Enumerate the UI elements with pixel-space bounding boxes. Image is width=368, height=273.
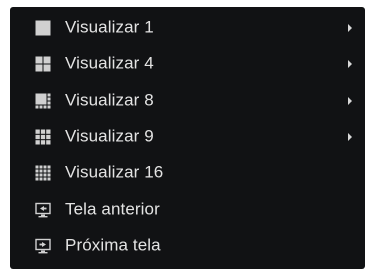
menu-item-visualizar-9[interactable]: Visualizar 9: [10, 119, 365, 155]
quad-view-icon: [35, 56, 51, 72]
menu-item-label: Próxima tela: [65, 235, 161, 255]
nine-view-icon: [35, 129, 51, 145]
next-screen-icon: [35, 238, 51, 254]
menu-item-label: Tela anterior: [65, 199, 160, 219]
menu-item-proxima-tela[interactable]: Próxima tela: [10, 228, 365, 264]
sixteen-view-icon: [35, 165, 51, 181]
menu-item-visualizar-8[interactable]: Visualizar 8: [10, 83, 365, 119]
menu-item-tela-anterior[interactable]: Tela anterior: [10, 191, 365, 227]
eight-view-icon: [35, 93, 51, 109]
submenu-arrow-icon: [348, 24, 352, 33]
menu-item-visualizar-16[interactable]: Visualizar 16: [10, 155, 365, 191]
menu-item-label: Visualizar 1: [65, 17, 154, 37]
menu-item-label: Visualizar 8: [65, 90, 154, 110]
menu-item-label: Visualizar 9: [65, 126, 154, 146]
previous-screen-icon: [35, 202, 51, 218]
context-menu: Visualizar 1 Visualizar 4 Visualizar 8 V…: [10, 7, 365, 269]
submenu-arrow-icon: [348, 96, 352, 105]
submenu-arrow-icon: [348, 60, 352, 69]
single-view-icon: [35, 20, 51, 36]
menu-item-visualizar-1[interactable]: Visualizar 1: [10, 10, 365, 46]
menu-item-label: Visualizar 4: [65, 54, 154, 74]
submenu-arrow-icon: [348, 133, 352, 142]
menu-item-label: Visualizar 16: [65, 162, 164, 182]
menu-item-visualizar-4[interactable]: Visualizar 4: [10, 46, 365, 82]
